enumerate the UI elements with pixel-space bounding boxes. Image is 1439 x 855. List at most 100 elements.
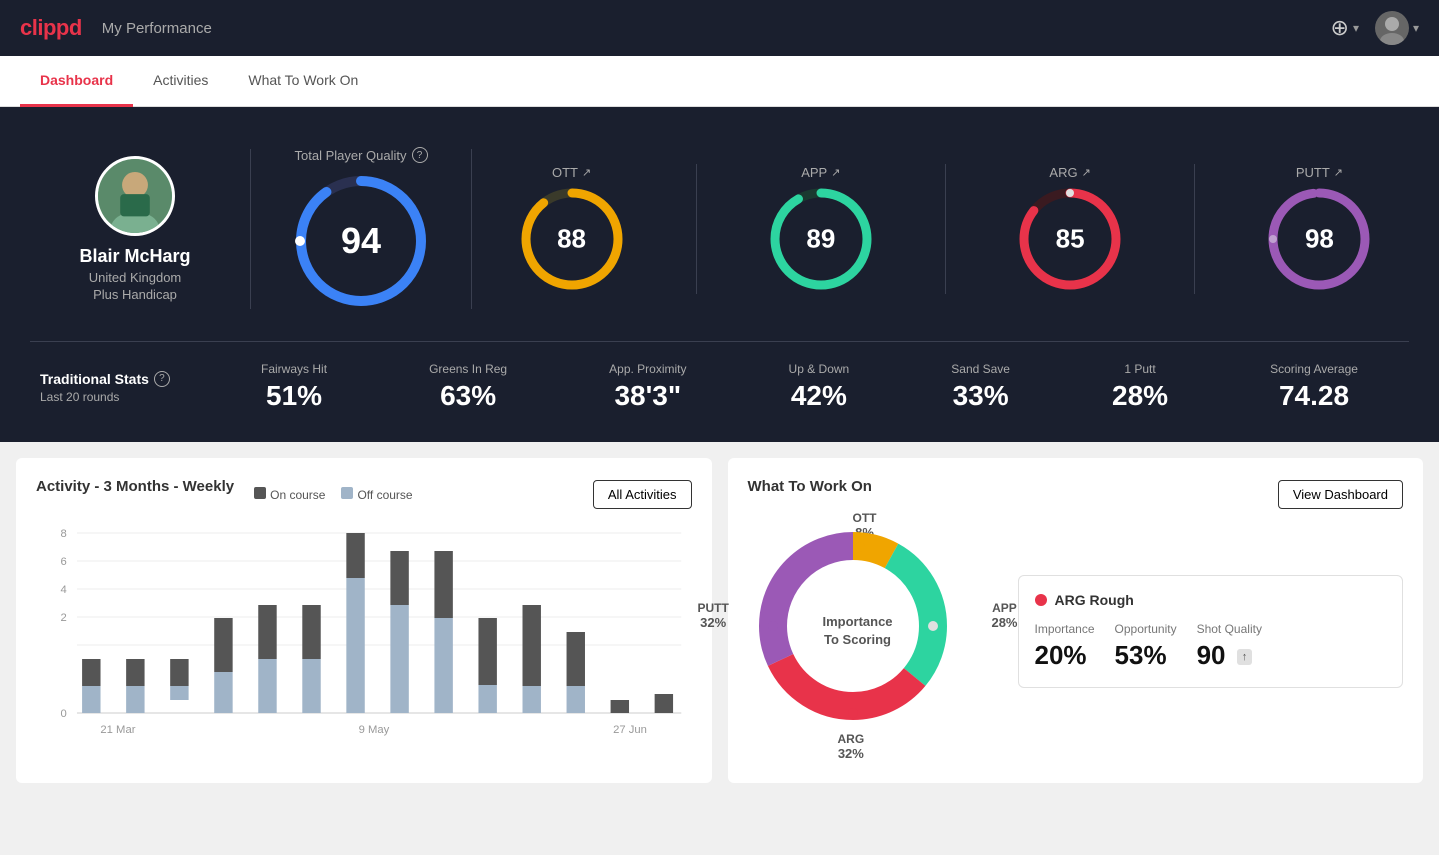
total-quality-value: 94: [341, 220, 381, 262]
metric-opportunity: Opportunity 53%: [1115, 622, 1177, 671]
metric-shot-quality-val: 90 ↑: [1197, 640, 1262, 671]
app-arrow-icon: ↗: [831, 166, 840, 179]
divider3: [696, 164, 697, 294]
profile-chevron-icon: ▾: [1413, 21, 1419, 35]
svg-text:9 May: 9 May: [359, 724, 390, 736]
page-title: My Performance: [102, 20, 212, 37]
trad-stats-title: Traditional Stats: [40, 371, 149, 387]
putt-value: 98: [1305, 223, 1334, 254]
svg-text:6: 6: [60, 556, 66, 568]
ott-arrow-icon: ↗: [582, 166, 591, 179]
putt-label: PUTT ↗: [1296, 165, 1343, 180]
profile-button[interactable]: ▾: [1375, 11, 1419, 45]
svg-text:4: 4: [60, 584, 66, 596]
stat-fairways-name: Fairways Hit: [261, 362, 327, 376]
divider4: [945, 164, 946, 294]
plus-icon: ⊕: [1331, 15, 1349, 41]
ott-value: 88: [557, 223, 586, 254]
stat-proximity: App. Proximity 38'3": [609, 362, 686, 412]
svg-text:21 Mar: 21 Mar: [100, 724, 135, 736]
stat-1putt-val: 28%: [1112, 380, 1168, 412]
trad-stats-sub: Last 20 rounds: [40, 390, 210, 404]
hero-top: Blair McHarg United Kingdom Plus Handica…: [30, 137, 1409, 321]
wtwo-title: What To Work On: [748, 478, 872, 495]
stat-greens-name: Greens In Reg: [429, 362, 507, 376]
stat-1putt-name: 1 Putt: [1112, 362, 1168, 376]
total-quality-label: Total Player Quality ?: [295, 147, 428, 163]
total-quality-info-icon[interactable]: ?: [412, 147, 428, 163]
divider5: [1194, 164, 1195, 294]
app-label: APP ↗: [801, 165, 840, 180]
tab-what-to-work-on[interactable]: What To Work On: [228, 56, 378, 107]
activity-title: Activity - 3 Months - Weekly: [36, 478, 234, 495]
arg-arrow-icon: ↗: [1082, 166, 1091, 179]
view-dashboard-button[interactable]: View Dashboard: [1278, 480, 1403, 509]
wtwo-content: OTT 8% APP 28% ARG 32% PUTT 32%: [748, 521, 1404, 741]
metric-shot-quality-name: Shot Quality: [1197, 622, 1262, 636]
tab-dashboard[interactable]: Dashboard: [20, 56, 133, 107]
logo-text: clippd: [20, 15, 82, 41]
svg-text:27 Jun: 27 Jun: [613, 724, 647, 736]
bottom-panels: Activity - 3 Months - Weekly On course O…: [0, 442, 1439, 799]
header: clippd My Performance ⊕ ▾ ▾: [0, 0, 1439, 56]
stat-sand: Sand Save 33%: [951, 362, 1010, 412]
total-quality-circle: 94: [291, 171, 431, 311]
stat-updown: Up & Down 42%: [789, 362, 850, 412]
player-country: United Kingdom: [89, 270, 182, 285]
total-quality: Total Player Quality ? 94: [261, 137, 461, 321]
arg-circle: 85: [1015, 184, 1125, 294]
trad-stats-grid: Fairways Hit 51% Greens In Reg 63% App. …: [210, 362, 1409, 412]
player-name: Blair McHarg: [79, 246, 190, 267]
activity-header: Activity - 3 Months - Weekly On course O…: [36, 478, 692, 511]
on-course-dot: [254, 487, 266, 499]
app-circle: 89: [766, 184, 876, 294]
metric-importance-name: Importance: [1035, 622, 1095, 636]
divider: [250, 149, 251, 309]
wtwo-header: What To Work On View Dashboard: [748, 478, 1404, 511]
header-left: clippd My Performance: [20, 15, 212, 41]
player-handicap: Plus Handicap: [93, 287, 177, 302]
donut-center-label: ImportanceTo Scoring: [822, 613, 892, 649]
chart-area: 8 6 4 2 0: [36, 523, 692, 763]
header-right: ⊕ ▾ ▾: [1331, 11, 1420, 45]
info-card-metrics: Importance 20% Opportunity 53% Shot Qual…: [1035, 622, 1387, 671]
stat-fairways-val: 51%: [261, 380, 327, 412]
legend-off-course: Off course: [341, 487, 412, 502]
ott-circle: 88: [517, 184, 627, 294]
traditional-stats: Traditional Stats ? Last 20 rounds Fairw…: [30, 341, 1409, 412]
stat-1putt: 1 Putt 28%: [1112, 362, 1168, 412]
ott-label: OTT ↗: [552, 165, 591, 180]
stat-scoring-val: 74.28: [1270, 380, 1358, 412]
info-card-dot: [1035, 594, 1047, 606]
scores-section: OTT ↗ 88 APP ↗: [482, 164, 1409, 294]
stat-greens-val: 63%: [429, 380, 507, 412]
activity-chart-svg: 8 6 4 2 0: [36, 523, 692, 743]
activity-header-left: Activity - 3 Months - Weekly On course O…: [36, 478, 413, 511]
add-chevron-icon: ▾: [1353, 21, 1359, 35]
legend: On course Off course: [254, 487, 413, 502]
tab-activities[interactable]: Activities: [133, 56, 228, 107]
stat-updown-name: Up & Down: [789, 362, 850, 376]
stat-sand-name: Sand Save: [951, 362, 1010, 376]
svg-text:8: 8: [60, 528, 66, 540]
player-avatar: [95, 156, 175, 236]
stat-scoring: Scoring Average 74.28: [1270, 362, 1358, 412]
stat-fairways: Fairways Hit 51%: [261, 362, 327, 412]
app-donut-label: APP 28%: [991, 601, 1017, 630]
player-info: Blair McHarg United Kingdom Plus Handica…: [30, 146, 240, 312]
score-putt: PUTT ↗ 98: [1264, 165, 1374, 294]
add-button[interactable]: ⊕ ▾: [1331, 15, 1359, 41]
what-to-work-on-panel: What To Work On View Dashboard OTT 8% AP…: [728, 458, 1424, 783]
activity-panel: Activity - 3 Months - Weekly On course O…: [16, 458, 712, 783]
info-card-title: ARG Rough: [1035, 592, 1387, 608]
logo[interactable]: clippd: [20, 15, 82, 41]
svg-text:2: 2: [60, 612, 66, 624]
score-ott: OTT ↗ 88: [517, 165, 627, 294]
trad-stats-info-icon[interactable]: ?: [154, 371, 170, 387]
metric-opportunity-val: 53%: [1115, 640, 1177, 671]
avatar: [1375, 11, 1409, 45]
stat-updown-val: 42%: [789, 380, 850, 412]
all-activities-button[interactable]: All Activities: [593, 480, 692, 509]
stat-sand-val: 33%: [951, 380, 1010, 412]
score-app: APP ↗ 89: [766, 165, 876, 294]
